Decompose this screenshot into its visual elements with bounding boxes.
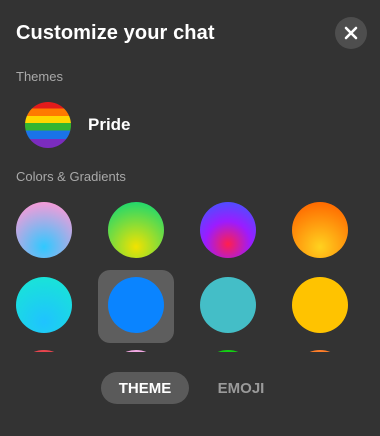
- theme-item-pride[interactable]: Pride: [25, 102, 131, 148]
- color-swatch-blue[interactable]: [108, 277, 164, 333]
- pride-theme-swatch: [25, 102, 71, 148]
- color-swatch-pink-blue-gradient[interactable]: [16, 202, 72, 258]
- color-swatch-grid: [0, 202, 380, 354]
- color-swatch-green-yellow-gradient[interactable]: [108, 202, 164, 258]
- close-icon: [344, 26, 358, 40]
- theme-item-label: Pride: [88, 115, 131, 134]
- page-title: Customize your chat: [16, 22, 215, 44]
- tab-theme[interactable]: THEME: [101, 372, 189, 404]
- color-swatch-teal[interactable]: [200, 277, 256, 333]
- color-swatch-yellow[interactable]: [292, 277, 348, 333]
- themes-section-label: Themes: [16, 69, 63, 84]
- colors-section-label: Colors & Gradients: [16, 169, 126, 184]
- bottom-tab-bar: THEME EMOJI: [0, 352, 380, 436]
- tab-emoji[interactable]: EMOJI: [205, 372, 277, 404]
- color-swatch-cyan-gradient[interactable]: [16, 277, 72, 333]
- color-swatch-blue-purple-red-gradient[interactable]: [200, 202, 256, 258]
- color-swatch-orange-yellow-gradient[interactable]: [292, 202, 348, 258]
- close-button[interactable]: [335, 17, 367, 49]
